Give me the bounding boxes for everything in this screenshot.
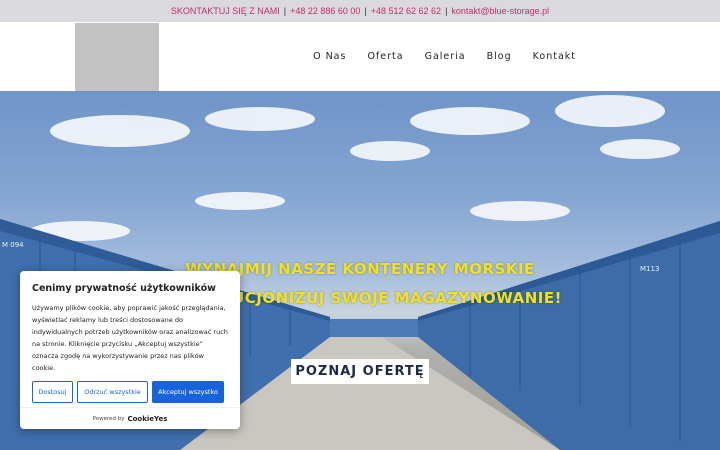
cookie-description: Używamy plików cookie, aby poprawić jako…: [32, 304, 228, 372]
cookie-buttons: Dostosuj Odrzuć wszystkie Akceptuj wszys…: [32, 381, 228, 403]
reject-all-button[interactable]: Odrzuć wszystkie: [77, 381, 148, 403]
clouds: [30, 95, 680, 241]
offer-button[interactable]: POZNAJ OFERTĘ: [291, 359, 429, 384]
powered-by-label: Powered by: [92, 415, 125, 422]
separator: |: [364, 6, 367, 16]
customize-button[interactable]: Dostosuj: [32, 381, 73, 403]
cookie-consent-popup: Cenimy prywatność użytkowników Używamy p…: [20, 271, 240, 429]
nav-item-oferta[interactable]: Oferta: [367, 51, 403, 62]
site-header: O Nas Oferta Galeria Blog Kontakt: [0, 22, 720, 91]
accept-all-button[interactable]: Akceptuj wszystko: [152, 381, 224, 403]
separator: |: [445, 6, 448, 16]
container-mark-left: M 094: [2, 241, 24, 249]
email-link[interactable]: kontakt@blue-storage.pl: [451, 6, 549, 16]
powered-by: Powered by CookieYes: [20, 407, 240, 429]
nav-item-galeria[interactable]: Galeria: [425, 51, 466, 62]
nav-item-o-nas[interactable]: O Nas: [313, 51, 346, 62]
nav-item-kontakt[interactable]: Kontakt: [533, 51, 576, 62]
phone-link-2[interactable]: +48 512 62 62 62: [371, 6, 441, 16]
cookieyes-logo[interactable]: CookieYes: [127, 415, 167, 423]
logo-placeholder[interactable]: [75, 23, 159, 91]
separator: |: [283, 6, 287, 16]
phone-link-1[interactable]: +48 22 886 60 00: [290, 6, 360, 16]
nav-item-blog[interactable]: Blog: [487, 51, 512, 62]
cookie-title: Cenimy prywatność użytkowników: [32, 283, 216, 294]
contact-label: SKONTAKTUJ SIĘ Z NAMI: [170, 6, 280, 16]
contact-bar: SKONTAKTUJ SIĘ Z NAMI | +48 22 886 60 00…: [0, 0, 720, 22]
far-containers: [330, 319, 418, 337]
main-nav: O Nas Oferta Galeria Blog Kontakt: [313, 22, 576, 91]
